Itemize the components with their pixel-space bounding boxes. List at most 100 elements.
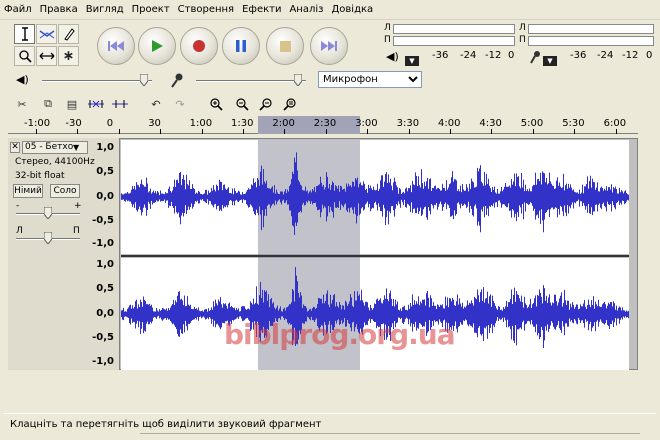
empty-track-space[interactable] (6, 372, 636, 408)
multi-tool-icon[interactable]: ∗ (58, 46, 79, 66)
ruler-tick-label: 3:00 (355, 118, 378, 129)
output-volume-slider[interactable] (42, 80, 152, 82)
gain-thumb[interactable] (43, 206, 53, 220)
input-left-label: Л (519, 23, 526, 33)
ruler-tick-label: 2:00 (272, 118, 295, 129)
scale-bottom-m05: -0,5 (92, 332, 114, 343)
mute-button[interactable]: Німий (13, 184, 43, 198)
scale-bottom-0: 0,0 (96, 308, 114, 319)
output-right-label: П (384, 35, 391, 45)
pan-right-label: П (73, 226, 80, 236)
out-scale-36: -36 (432, 50, 449, 61)
menu-bar: Файл Правка Вигляд Проект Створення Ефек… (0, 0, 660, 20)
ruler-tick-label: 6:00 (603, 118, 627, 129)
microphone-icon (530, 50, 542, 64)
ruler-tick (408, 129, 410, 134)
scale-top-m1: -1,0 (92, 238, 114, 249)
scale-bottom-05: 0,5 (96, 283, 114, 294)
ruler-tick (574, 129, 576, 134)
in-scale-24: -24 (597, 50, 614, 61)
timeline-ruler[interactable]: -1:00 -30 0 30 1:00 1:30 2:00 2:30 3:00 3:30 4:00 4… (8, 116, 638, 134)
in-scale-0: 0 (646, 50, 653, 61)
ruler-tick (284, 129, 286, 134)
track-name: 05 - Бетхо (25, 142, 74, 152)
menu-analyze[interactable]: Аналіз (285, 0, 327, 20)
envelope-tool-icon[interactable] (36, 24, 57, 44)
menu-effects[interactable]: Ефекти (238, 0, 285, 20)
out-scale-0: 0 (508, 50, 515, 61)
ruler-tick (160, 129, 162, 134)
track-menu-chevron-icon[interactable]: ▼ (73, 143, 79, 152)
ruler-tick (615, 129, 617, 134)
track-format: Стерео, 44100Hz (15, 157, 95, 167)
ruler-tick-label: -1:00 (24, 118, 51, 129)
output-left-label: Л (384, 23, 391, 33)
input-volume-slider[interactable] (196, 80, 306, 82)
input-meter-left (528, 24, 654, 34)
ruler-tick (491, 129, 493, 134)
input-volume-thumb[interactable] (293, 73, 303, 87)
paste-icon[interactable]: ▤ (62, 95, 82, 113)
ruler-tick (77, 129, 79, 134)
menu-help[interactable]: Довідка (327, 0, 377, 20)
ruler-tick-label: 5:30 (562, 118, 585, 129)
menu-file[interactable]: Файл (0, 0, 36, 20)
in-scale-12: -12 (622, 50, 639, 61)
ruler-tick-label: 1:00 (189, 118, 213, 129)
output-dropdown-icon[interactable]: ▼ (405, 56, 419, 66)
input-dropdown-icon[interactable]: ▼ (543, 56, 557, 66)
solo-button[interactable]: Соло (50, 184, 80, 198)
input-source-select[interactable]: Микрофон (318, 71, 422, 88)
pan-thumb[interactable] (43, 231, 53, 245)
ruler-tick (325, 129, 327, 134)
record-button[interactable] (180, 27, 218, 65)
input-volume-mic-icon (170, 72, 184, 88)
ruler-tick-label: 4:00 (438, 118, 461, 129)
menu-edit[interactable]: Правка (36, 0, 82, 20)
input-right-label: П (519, 35, 526, 45)
zoom-out-icon[interactable] (232, 95, 252, 113)
scale-bottom-1: 1,0 (96, 259, 114, 270)
status-divider (140, 433, 640, 440)
stop-button[interactable] (266, 27, 304, 65)
skip-start-button[interactable] (97, 27, 135, 65)
scale-top-m05: -0,5 (92, 215, 114, 226)
ruler-tick-label: 4:30 (479, 118, 502, 129)
scale-bottom-m1: -1,0 (92, 356, 114, 367)
menu-view[interactable]: Вигляд (82, 0, 128, 20)
play-button[interactable] (138, 27, 176, 65)
in-scale-36: -36 (570, 50, 587, 61)
cut-icon[interactable]: ✂ (12, 95, 32, 113)
pan-left-label: Л (16, 226, 23, 236)
ruler-tick-label: 1:30 (231, 118, 254, 129)
out-scale-24: -24 (460, 50, 477, 61)
output-volume-icon: ◀) (16, 73, 29, 86)
gain-plus-label: + (74, 201, 82, 211)
watermark: biblprog.org.ua (224, 318, 456, 351)
draw-tool-icon[interactable] (58, 24, 79, 44)
gain-minus-label: - (16, 201, 20, 211)
silence-icon[interactable] (110, 95, 130, 113)
menu-generate[interactable]: Створення (174, 0, 238, 20)
zoom-in-icon[interactable] (206, 95, 226, 113)
output-volume-thumb[interactable] (139, 73, 149, 87)
fit-project-icon[interactable] (280, 95, 300, 113)
copy-icon[interactable]: ⧉ (38, 95, 58, 113)
skip-end-button[interactable] (310, 27, 348, 65)
undo-icon[interactable]: ↶ (146, 95, 166, 113)
fit-selection-icon[interactable] (256, 95, 276, 113)
close-track-icon[interactable]: ✕ (10, 142, 20, 153)
pause-button[interactable] (222, 27, 260, 65)
ruler-tick (450, 129, 451, 134)
selection-tool-icon[interactable] (14, 24, 35, 44)
scale-top-05: 0,5 (96, 166, 114, 177)
redo-icon[interactable]: ↷ (170, 95, 190, 113)
zoom-tool-icon[interactable] (14, 46, 35, 66)
ruler-tick-label: 5:00 (520, 118, 544, 129)
menu-project[interactable]: Проект (128, 0, 174, 20)
trim-icon[interactable] (86, 95, 106, 113)
scale-top-0: 0,0 (96, 191, 114, 202)
ruler-tick (243, 129, 244, 134)
scale-top-1: 1,0 (96, 142, 114, 153)
timeshift-tool-icon[interactable] (36, 46, 57, 66)
